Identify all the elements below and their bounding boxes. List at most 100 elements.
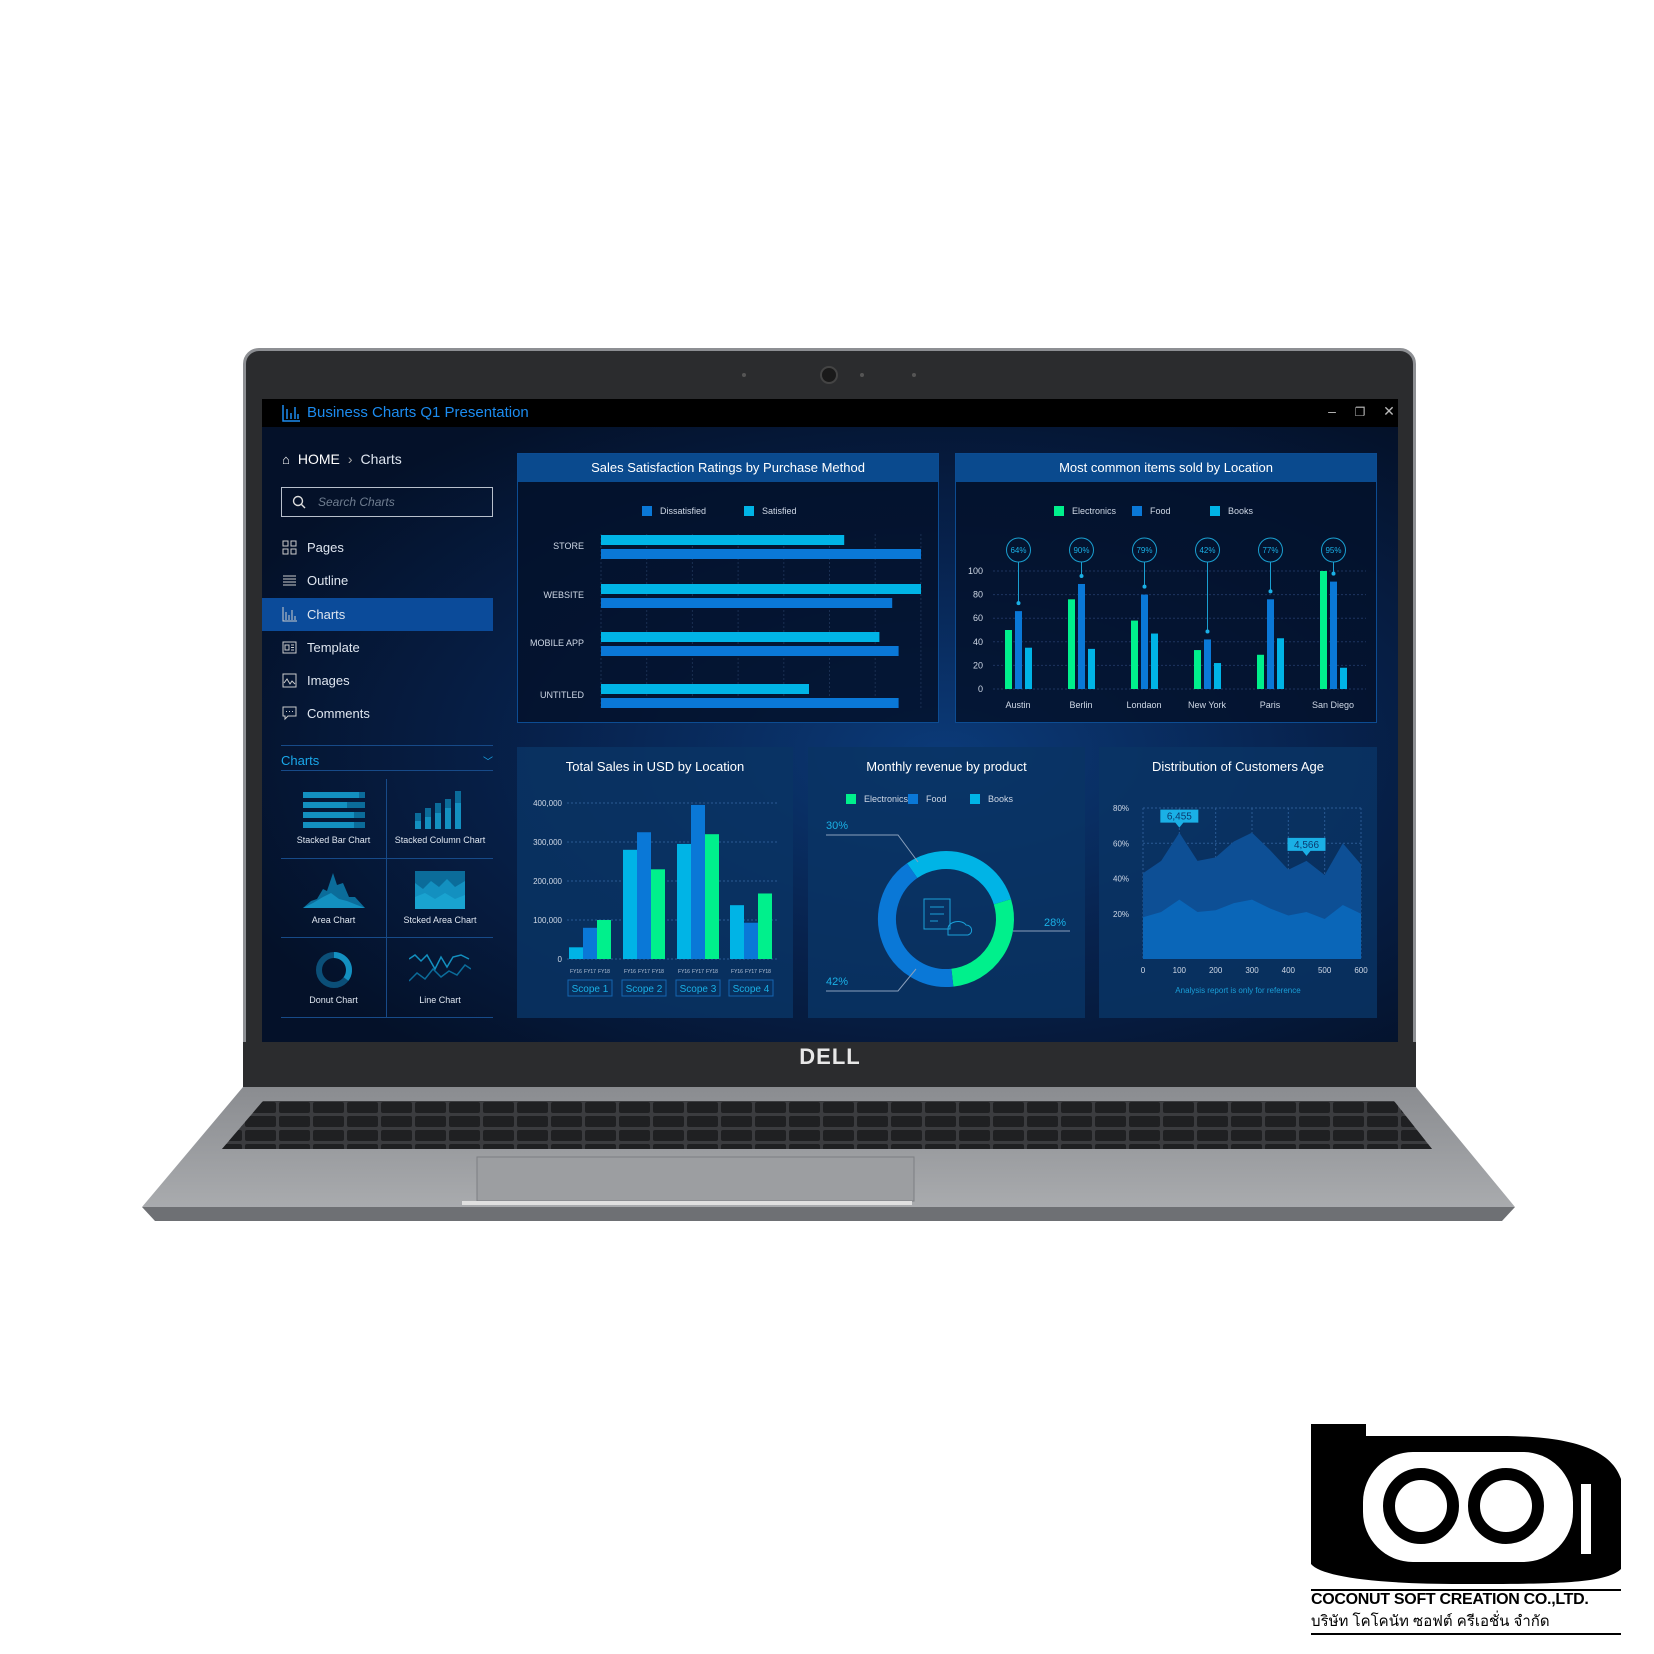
y-tick-label: 20%: [1113, 910, 1129, 919]
annotation-label: 6,455: [1167, 812, 1192, 823]
watermark-line1: COCONUT SOFT CREATION CO.,LTD.: [1311, 1589, 1621, 1609]
breadcrumb: ⌂ HOME › Charts: [282, 451, 402, 467]
nav-label: Template: [307, 640, 360, 655]
bar-food: [1204, 639, 1211, 689]
y-tick-label: 80: [973, 590, 983, 600]
restore-button[interactable]: ❐: [1350, 405, 1370, 419]
coconut-logo-icon: [1311, 1424, 1621, 1584]
x-tick-label: 100: [1173, 966, 1187, 975]
bar-fy16: [623, 849, 637, 959]
breadcrumb-home[interactable]: HOME: [298, 451, 340, 467]
title-bar: Business Charts Q1 Presentation – ❐ ✕: [262, 399, 1398, 427]
bar-dissatisfied: [601, 549, 921, 559]
x-tick-label: 600: [1354, 966, 1368, 975]
touchpad[interactable]: [476, 1156, 915, 1202]
grid-icon: [282, 540, 297, 555]
category-label: STORE: [553, 541, 584, 551]
annotation-dot: [1142, 584, 1147, 589]
tile-area-chart[interactable]: Area Chart: [281, 858, 387, 939]
slice-label: 42%: [826, 976, 848, 988]
x-subcategory-label: FY17: [584, 969, 596, 975]
bar-food: [1330, 581, 1337, 689]
charts-section-title: Charts: [281, 752, 320, 768]
search-input[interactable]: [318, 495, 478, 509]
bar-dissatisfied: [601, 698, 899, 708]
annotation-dot: [1331, 571, 1336, 576]
nav-item-outline[interactable]: Outline: [262, 564, 493, 597]
report-cloud-icon: [923, 898, 973, 936]
nav-label: Pages: [307, 540, 344, 555]
nav-item-comments[interactable]: Comments: [262, 697, 493, 730]
image-icon: [282, 673, 297, 688]
category-label: Scope 4: [733, 984, 770, 995]
tile-label: Area Chart: [311, 914, 356, 925]
company-watermark: COCONUT SOFT CREATION CO.,LTD. บริษัท โค…: [1311, 1424, 1621, 1635]
home-icon: ⌂: [282, 451, 290, 467]
bar-dissatisfied: [601, 598, 893, 608]
stacked-area-chart-icon: [415, 870, 465, 909]
donut-slice-books: [907, 851, 1012, 905]
bar-electronics: [1257, 654, 1264, 689]
tile-stacked-bar-chart[interactable]: Stacked Bar Chart: [281, 779, 387, 859]
category-label: Berlin: [1069, 700, 1092, 710]
x-tick-label: 400: [1282, 966, 1296, 975]
bar-books: [1340, 667, 1347, 689]
tile-stacked-column-chart[interactable]: Stacked Column Chart: [387, 779, 493, 859]
bar-food: [1078, 583, 1085, 689]
tile-donut-chart[interactable]: Donut Chart: [281, 938, 387, 1018]
bar-electronics: [1194, 650, 1201, 689]
x-subcategory-label: FY18: [759, 969, 771, 975]
chevron-down-icon: ﹀: [483, 756, 493, 768]
category-label: Scope 2: [626, 984, 663, 995]
tile-stacked-area-chart[interactable]: Stcked Area Chart: [387, 859, 493, 939]
legend-swatch: [908, 794, 918, 804]
annotation-label: 42%: [1199, 546, 1215, 555]
nav-item-images[interactable]: Images: [262, 664, 493, 697]
bar-books: [1151, 633, 1158, 689]
bar-satisfied: [601, 584, 921, 594]
y-tick-label: 100: [968, 566, 983, 576]
bar-fy18: [705, 834, 719, 959]
y-tick-label: 40: [973, 637, 983, 647]
bar-fy17: [583, 927, 597, 959]
search-box[interactable]: [281, 487, 493, 517]
y-tick-label: 80%: [1113, 804, 1129, 813]
bar-fy18: [758, 893, 772, 959]
nav-item-pages[interactable]: Pages: [262, 531, 493, 564]
legend-label: Electronics: [864, 794, 909, 804]
tile-label: Donut Chart: [309, 994, 358, 1005]
bar-fy17: [744, 922, 758, 959]
charts-section-header[interactable]: Charts ﹀: [281, 745, 493, 771]
legend-swatch: [1054, 506, 1064, 516]
app-window: Business Charts Q1 Presentation – ❐ ✕ ⌂ …: [262, 399, 1398, 1042]
y-tick-label: 400,000: [533, 799, 562, 808]
bar-fy18: [597, 920, 611, 959]
annotation-label: 64%: [1010, 546, 1026, 555]
legend-label: Books: [1228, 506, 1254, 516]
line-chart-icon: [409, 953, 471, 982]
x-subcategory-label: FY16: [624, 969, 636, 975]
tile-label: Stacked Column Chart: [394, 835, 486, 846]
minimize-button[interactable]: –: [1322, 403, 1342, 419]
items-by-location-chart: Electronics Food Books 0 20 40 60 80 100 64% Austi…: [968, 506, 1366, 710]
sensor-dot: [912, 373, 916, 377]
bar-books: [1025, 647, 1032, 689]
y-tick-label: 100,000: [533, 916, 562, 925]
nav-item-template[interactable]: Template: [262, 631, 493, 664]
monthly-revenue-chart: Electronics Food Books 30% 28% 42%: [826, 794, 1070, 992]
items-by-location-panel: Most common items sold by Location Elect…: [955, 453, 1377, 723]
category-label: WEBSITE: [543, 590, 584, 600]
monthly-revenue-panel: Monthly revenue by product Electronics Fo…: [808, 747, 1085, 1018]
app-logo-icon: [282, 405, 300, 422]
donut-slice-food: [878, 863, 954, 987]
annotation-dot: [1016, 601, 1021, 606]
y-tick-label: 60%: [1113, 839, 1129, 848]
close-button[interactable]: ✕: [1379, 403, 1398, 420]
category-label: San Diego: [1312, 700, 1354, 710]
area-chart-icon: [302, 872, 365, 908]
nav-item-charts[interactable]: Charts: [262, 598, 493, 631]
tile-line-chart[interactable]: Line Chart: [387, 938, 493, 1018]
x-subcategory-label: FY18: [598, 969, 610, 975]
annotation-label: 77%: [1262, 546, 1278, 555]
legend-swatch: [1132, 506, 1142, 516]
